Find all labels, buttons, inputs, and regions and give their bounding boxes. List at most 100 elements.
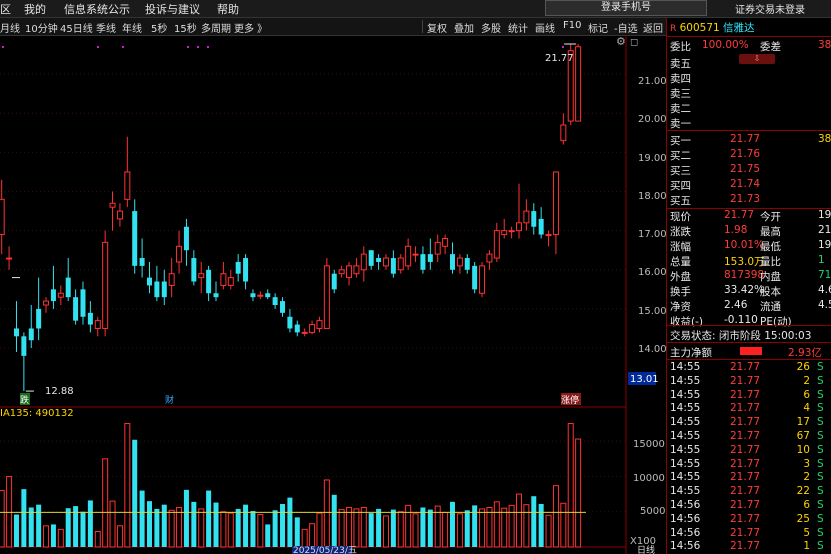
stat-row: 涨幅 10.01% 最低 19	[670, 239, 831, 254]
period-monthly[interactable]: 月线	[0, 20, 20, 35]
tick-row: 14:55 21.77 17 S	[670, 416, 824, 428]
period-quarterly[interactable]: 季线	[96, 20, 116, 35]
stat-value: 21.77	[724, 209, 755, 221]
cai-marker: 财	[165, 394, 174, 406]
weicha-label: 委差	[760, 41, 781, 53]
period-yearly[interactable]: 年线	[122, 20, 142, 35]
volume-bar	[479, 508, 486, 548]
tool-f10[interactable]: F10	[563, 20, 581, 31]
tool-back[interactable]: 返回	[643, 20, 663, 35]
candle-body	[442, 237, 449, 247]
login-phone-button[interactable]: 登录手机号	[545, 0, 707, 16]
buy-row[interactable]: 买三 21.75	[670, 163, 760, 178]
buy-row[interactable]: 买五 21.73	[670, 193, 760, 208]
period-multi[interactable]: 多周期	[201, 20, 231, 35]
candle-body	[176, 245, 183, 263]
stat-value-2: 4.6	[818, 284, 831, 296]
stat-label-2: PE(动)	[760, 316, 792, 328]
stat-label: 涨幅	[670, 241, 691, 253]
volume-bar	[382, 515, 389, 548]
period-15s[interactable]: 15秒	[174, 20, 197, 35]
volume-bar	[309, 523, 316, 548]
volume-bar	[338, 509, 345, 548]
price-axis-4: 17.00	[638, 229, 666, 240]
tick-row: 14:56 21.77 6 S	[670, 499, 824, 511]
stat-label-2: 最高	[760, 226, 781, 238]
candle-body	[560, 124, 567, 142]
volume-bar	[472, 505, 478, 547]
tool-draw[interactable]: 画线	[535, 20, 555, 35]
candle-body	[301, 331, 308, 334]
candle-body	[87, 312, 93, 325]
volume-bar	[198, 508, 205, 548]
stat-label-2: 今开	[760, 211, 781, 223]
tick-list[interactable]: 14:55 21.77 26 S 14:55 21.77 2 S 14:55 21.77 6 S 14:…	[667, 361, 831, 554]
tool-mark[interactable]: 标记	[588, 20, 608, 35]
low-price-label: 12.88	[45, 386, 74, 397]
stat-label: 净资	[670, 301, 691, 313]
candle-body	[265, 293, 271, 298]
tick-time: 14:55	[670, 374, 701, 387]
menu-item[interactable]: 区	[0, 1, 11, 17]
tool-adjust[interactable]: 复权	[427, 20, 447, 35]
buy-level-label: 买四	[670, 180, 691, 192]
kline-chart[interactable]: 21.77 12.88 IA135: 490132 跌 财 涨停 13.01 2…	[0, 35, 666, 554]
dropdown-icon[interactable]: ⇩	[739, 54, 775, 64]
volume-bar	[538, 503, 544, 547]
menu-item-mine[interactable]: 我的	[24, 1, 46, 17]
event-dot-marker	[122, 46, 124, 48]
candle-body	[213, 293, 219, 298]
volume-bar	[139, 490, 145, 547]
buy-row[interactable]: 买一 21.77 380	[670, 133, 831, 148]
tool-statistics[interactable]: 统计	[508, 20, 528, 35]
candle-body	[545, 234, 552, 237]
trade-login-status[interactable]: 证券交易未登录	[735, 1, 805, 16]
candle-body	[515, 222, 522, 232]
buy-price: 21.76	[730, 148, 761, 160]
stat-row: 换手 33.42%股本 4.6	[670, 284, 831, 299]
volume-bar	[57, 528, 64, 548]
candle-body	[368, 250, 374, 266]
buy-row[interactable]: 买二 21.76	[670, 148, 760, 163]
tick-row: 14:55 21.77 3 S	[670, 457, 824, 470]
net-flow-label: 主力净额	[670, 347, 712, 359]
tick-direction: S	[817, 374, 824, 387]
candle-body	[227, 277, 234, 286]
candle-body	[235, 261, 241, 274]
candle-body	[479, 265, 486, 294]
volume-bar	[94, 530, 101, 548]
tool-overlay[interactable]: 叠加	[454, 20, 474, 35]
tick-row: 14:55 21.77 26 S	[670, 361, 824, 373]
tick-volume: 26	[796, 361, 810, 373]
tool-watchlist[interactable]: -自选	[614, 20, 638, 35]
tick-direction: S	[817, 430, 824, 442]
tick-price: 21.77	[730, 416, 761, 429]
menu-item-complaint[interactable]: 投诉与建议	[145, 1, 200, 17]
period-10min[interactable]: 10分钟	[25, 20, 58, 35]
period-45day[interactable]: 45日线	[60, 20, 93, 35]
tool-multi-stock[interactable]: 多股	[481, 20, 501, 35]
period-more[interactable]: 更多 》	[234, 20, 267, 35]
buy-row[interactable]: 买四 21.74	[670, 178, 760, 193]
candle-body	[287, 316, 293, 329]
period-5s[interactable]: 5秒	[151, 20, 167, 35]
tick-price: 21.77	[730, 540, 761, 553]
current-price-tag: 13.01	[630, 374, 659, 385]
menu-item-disclosure[interactable]: 信息系统公示	[64, 1, 130, 17]
tick-time: 14:55	[670, 485, 701, 498]
tick-time: 14:55	[670, 361, 701, 373]
tick-time: 14:55	[670, 457, 701, 470]
volume-bar	[346, 506, 353, 548]
weicha-value: 38	[818, 39, 831, 51]
sell-3-label: 卖三	[670, 88, 691, 100]
tick-row: 14:55 21.77 2 S	[670, 471, 824, 483]
tick-volume: 67	[796, 430, 810, 442]
tick-row: 14:56 21.77 1 S	[670, 540, 824, 552]
candle-body	[294, 324, 300, 333]
sell-5-label: 卖五	[670, 58, 691, 70]
menu-item-help[interactable]: 帮助	[217, 1, 239, 17]
stat-value: 817398	[724, 269, 765, 281]
settings-icon: ⚙	[616, 35, 626, 48]
tick-volume: 25	[796, 512, 810, 525]
candle-body	[109, 202, 116, 208]
